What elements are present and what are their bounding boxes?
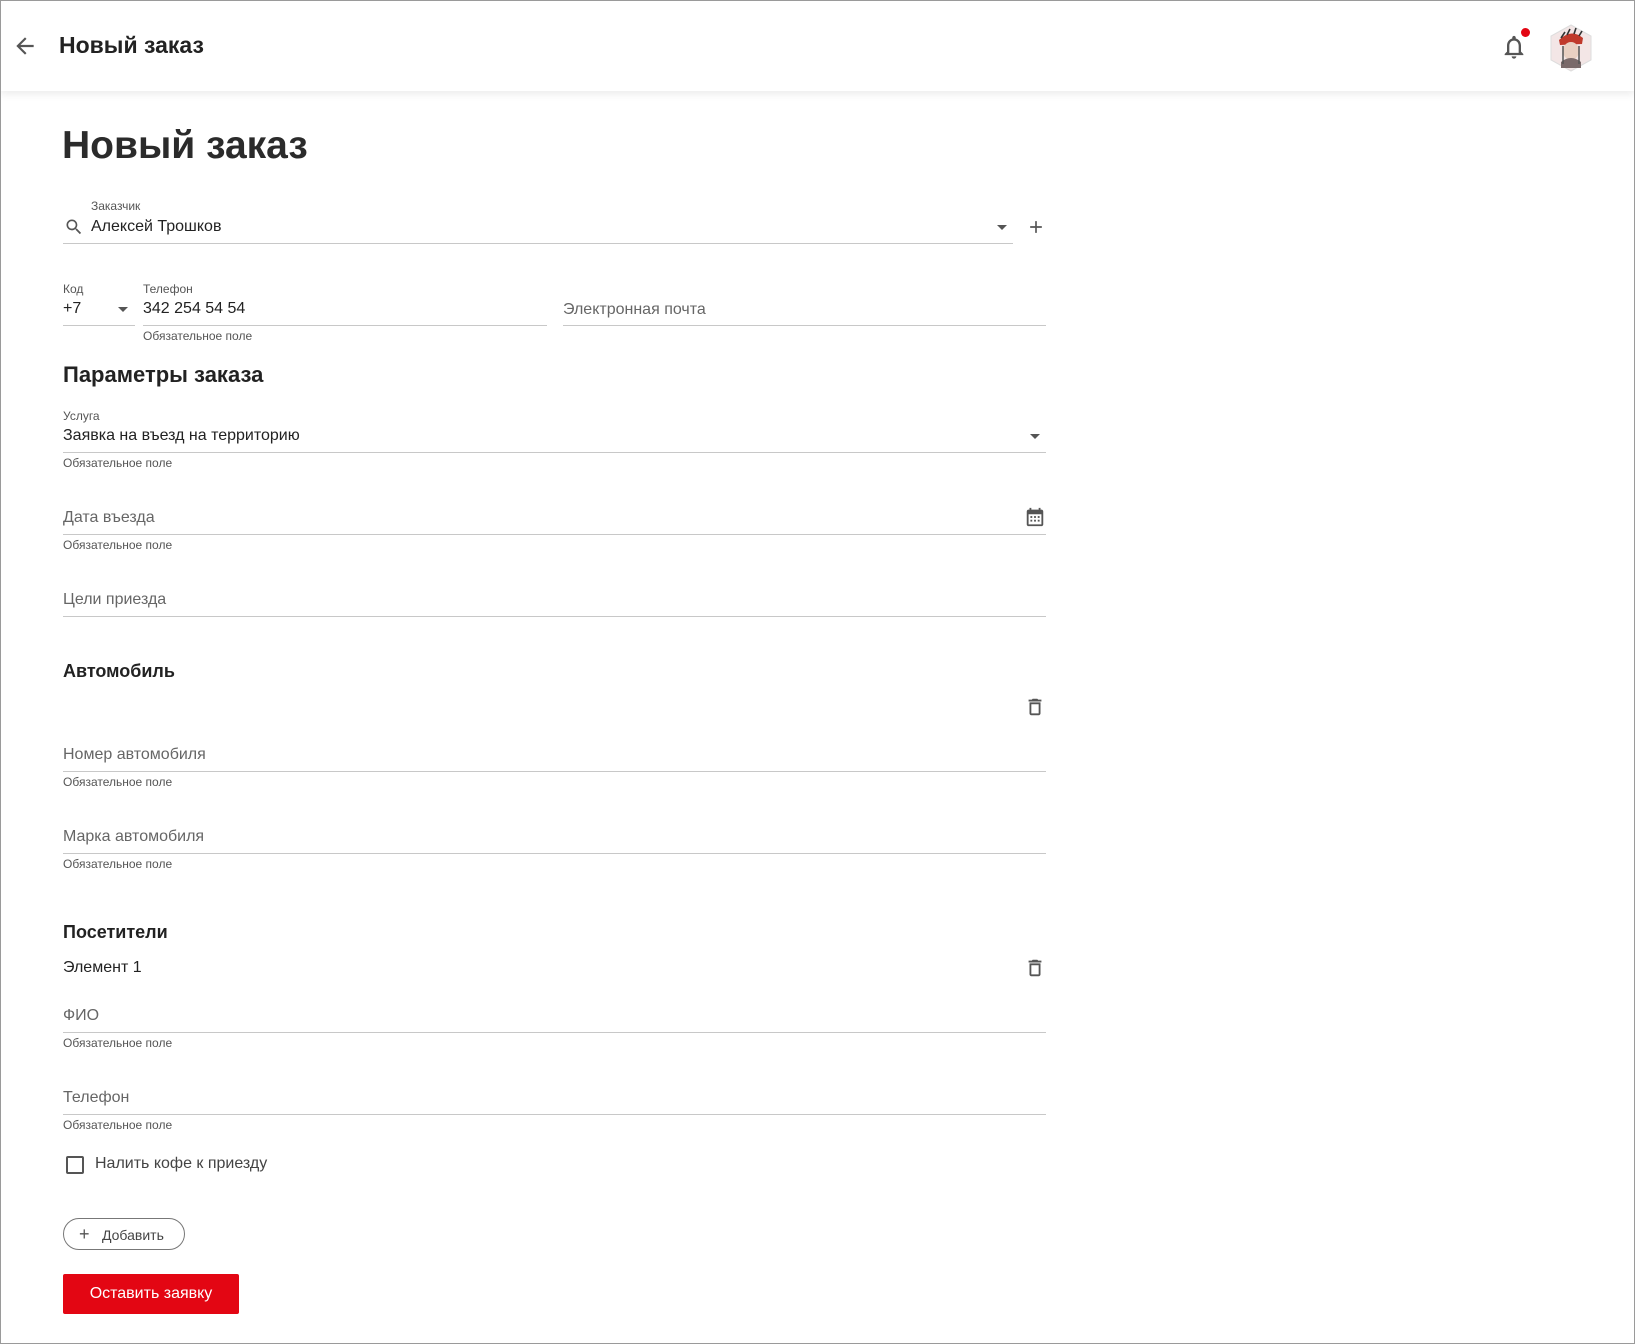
chevron-down-icon[interactable] — [997, 225, 1007, 230]
service-underline — [63, 452, 1046, 453]
phone-underline — [143, 325, 547, 326]
code-select[interactable]: +7 — [63, 300, 81, 318]
date-hint: Обязательное поле — [63, 538, 173, 552]
car-brand-hint: Обязательное поле — [63, 857, 173, 871]
window-frame — [0, 0, 1635, 1344]
top-app-bar: Новый заказ — [0, 0, 1635, 91]
email-input[interactable]: Электронная почта — [563, 301, 706, 319]
purpose-underline — [63, 616, 1046, 617]
date-input[interactable]: Дата въезда — [63, 509, 155, 527]
header-title: Новый заказ — [59, 32, 204, 58]
trash-icon[interactable] — [1024, 957, 1046, 979]
visitor-name-underline — [63, 1032, 1046, 1033]
add-button[interactable]: + Добавить — [63, 1218, 185, 1250]
car-title: Автомобиль — [63, 661, 175, 681]
purpose-input[interactable]: Цели приезда — [63, 591, 166, 609]
car-number-input[interactable]: Номер автомобиля — [63, 746, 206, 764]
email-underline — [563, 325, 1046, 326]
submit-button[interactable]: Оставить заявку — [63, 1274, 239, 1314]
phone-label: Телефон — [143, 282, 193, 296]
chevron-down-icon[interactable] — [1030, 434, 1040, 439]
visitor-phone-input[interactable]: Телефон — [63, 1089, 129, 1107]
chevron-down-icon[interactable] — [118, 307, 128, 312]
notification-badge — [1521, 28, 1530, 37]
service-label: Услуга — [63, 409, 100, 423]
visitor-phone-hint: Обязательное поле — [63, 1118, 173, 1132]
customer-input[interactable]: Алексей Трошков — [91, 218, 221, 236]
visitors-title: Посетители — [63, 922, 168, 942]
coffee-checkbox[interactable] — [66, 1156, 84, 1174]
phone-hint: Обязательное поле — [143, 329, 253, 343]
car-number-underline — [63, 771, 1046, 772]
code-label: Код — [63, 282, 84, 296]
page-title: Новый заказ — [62, 124, 308, 167]
customer-label: Заказчик — [91, 199, 141, 213]
customer-underline — [63, 243, 1013, 244]
plus-icon: + — [79, 1224, 90, 1244]
car-number-hint: Обязательное поле — [63, 775, 173, 789]
add-button-label: Добавить — [102, 1227, 164, 1243]
visitor-name-input[interactable]: ФИО — [63, 1007, 99, 1025]
car-brand-input[interactable]: Марка автомобиля — [63, 828, 204, 846]
search-icon — [66, 219, 82, 235]
plus-icon[interactable] — [1026, 217, 1046, 237]
date-underline — [63, 534, 1046, 535]
car-brand-underline — [63, 853, 1046, 854]
phone-input[interactable]: 342 254 54 54 — [143, 300, 245, 318]
code-underline — [63, 325, 135, 326]
order-params-title: Параметры заказа — [63, 362, 264, 387]
visitor-phone-underline — [63, 1114, 1046, 1115]
arrow-back-icon[interactable] — [12, 33, 38, 59]
service-select[interactable]: Заявка на въезд на территорию — [63, 427, 300, 445]
service-hint: Обязательное поле — [63, 456, 173, 470]
visitor-name-hint: Обязательное поле — [63, 1036, 173, 1050]
coffee-checkbox-label[interactable]: Налить кофе к приезду — [95, 1155, 267, 1173]
calendar-icon[interactable] — [1024, 506, 1046, 528]
trash-icon[interactable] — [1024, 696, 1046, 718]
visitor-item-title: Элемент 1 — [63, 959, 142, 976]
avatar[interactable] — [1549, 24, 1593, 72]
